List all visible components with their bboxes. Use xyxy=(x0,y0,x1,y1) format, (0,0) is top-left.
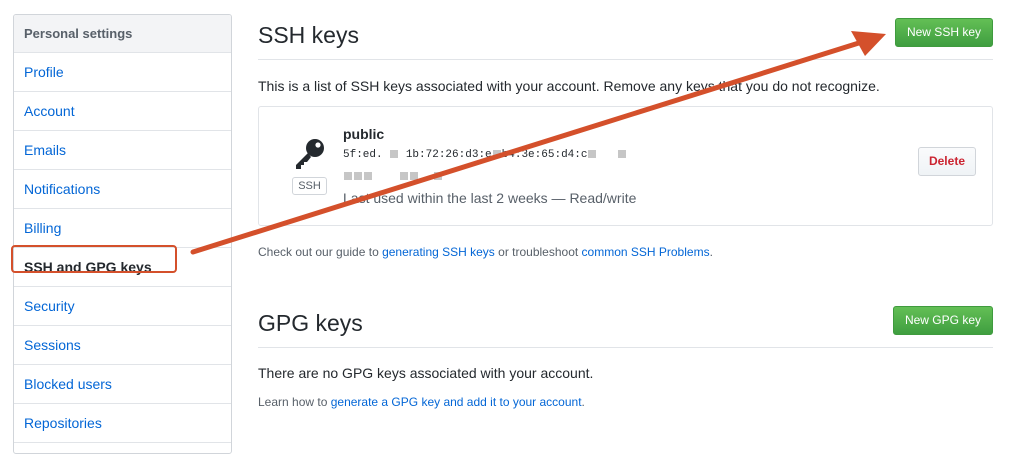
redaction-block xyxy=(618,150,627,159)
sidebar-item-account[interactable]: Account xyxy=(14,92,231,131)
sidebar-item-sessions[interactable]: Sessions xyxy=(14,326,231,365)
redaction-block xyxy=(492,150,501,159)
ssh-section-header: SSH keys New SSH key xyxy=(258,14,993,60)
sidebar-item-billing[interactable]: Billing xyxy=(14,209,231,248)
gpg-learn-suffix: . xyxy=(581,395,585,409)
sidebar-item-repositories[interactable]: Repositories xyxy=(14,404,231,443)
redaction-block xyxy=(390,150,399,159)
sidebar-item-blocked-users[interactable]: Blocked users xyxy=(14,365,231,404)
settings-sidebar: Personal settings Profile Account Emails… xyxy=(13,14,232,454)
sidebar-item-security[interactable]: Security xyxy=(14,287,231,326)
redaction-block xyxy=(588,150,597,159)
generate-gpg-key-link[interactable]: generate a GPG key and add it to your ac… xyxy=(331,395,582,409)
ssh-guide-prefix: Check out our guide to xyxy=(258,245,383,259)
common-ssh-problems-link[interactable]: common SSH Problems xyxy=(582,245,710,259)
fingerprint-part-3: b4:3e:65:d4:c xyxy=(501,149,588,161)
ssh-key-last-used: Last used within the last 2 weeks — Read… xyxy=(343,190,637,206)
gpg-learn-text: Learn how to generate a GPG key and add … xyxy=(258,395,585,409)
new-ssh-key-button[interactable]: New SSH key xyxy=(894,18,993,47)
sidebar-item-ssh-gpg-keys[interactable]: SSH and GPG keys xyxy=(14,248,231,287)
redaction-block xyxy=(400,172,409,181)
sidebar-header: Personal settings xyxy=(14,15,231,53)
delete-ssh-key-button[interactable]: Delete xyxy=(917,147,976,176)
gpg-section-title: GPG keys xyxy=(258,310,363,336)
redaction-block xyxy=(410,172,419,181)
gpg-learn-prefix: Learn how to xyxy=(258,395,331,409)
ssh-section-title: SSH keys xyxy=(258,22,359,48)
ssh-guide-middle: or troubleshoot xyxy=(494,245,582,259)
sidebar-item-notifications[interactable]: Notifications xyxy=(14,170,231,209)
redaction-block xyxy=(344,172,352,181)
ssh-key-item: SSH public 5f:ed. 1b:72:26:d3:e b4:3e:65:… xyxy=(258,106,993,226)
fingerprint-part-2: 1b:72:26:d3:e xyxy=(405,149,492,161)
key-icon xyxy=(296,139,324,169)
ssh-key-title: public xyxy=(343,126,385,142)
generating-ssh-keys-link[interactable]: generating SSH keys xyxy=(382,245,495,259)
ssh-guide-suffix: . xyxy=(709,245,713,259)
ssh-key-fingerprint: 5f:ed. 1b:72:26:d3:e b4:3e:65:d4:c xyxy=(343,149,627,161)
sidebar-item-profile[interactable]: Profile xyxy=(14,53,231,92)
ssh-guide-text: Check out our guide to generating SSH ke… xyxy=(258,245,713,259)
ssh-description: This is a list of SSH keys associated wi… xyxy=(258,78,880,94)
redaction-block xyxy=(433,172,442,181)
ssh-type-badge: SSH xyxy=(292,177,327,195)
redaction-block xyxy=(364,172,372,181)
new-gpg-key-button[interactable]: New GPG key xyxy=(892,306,993,335)
redaction-block xyxy=(354,172,362,181)
gpg-section-header: GPG keys New GPG key xyxy=(258,302,993,348)
sidebar-item-emails[interactable]: Emails xyxy=(14,131,231,170)
fingerprint-part-1: 5f:ed. xyxy=(343,149,383,161)
ssh-key-redacted-line xyxy=(343,171,443,183)
main-content: SSH keys New SSH key This is a list of S… xyxy=(258,0,993,441)
gpg-empty-text: There are no GPG keys associated with yo… xyxy=(258,365,594,381)
